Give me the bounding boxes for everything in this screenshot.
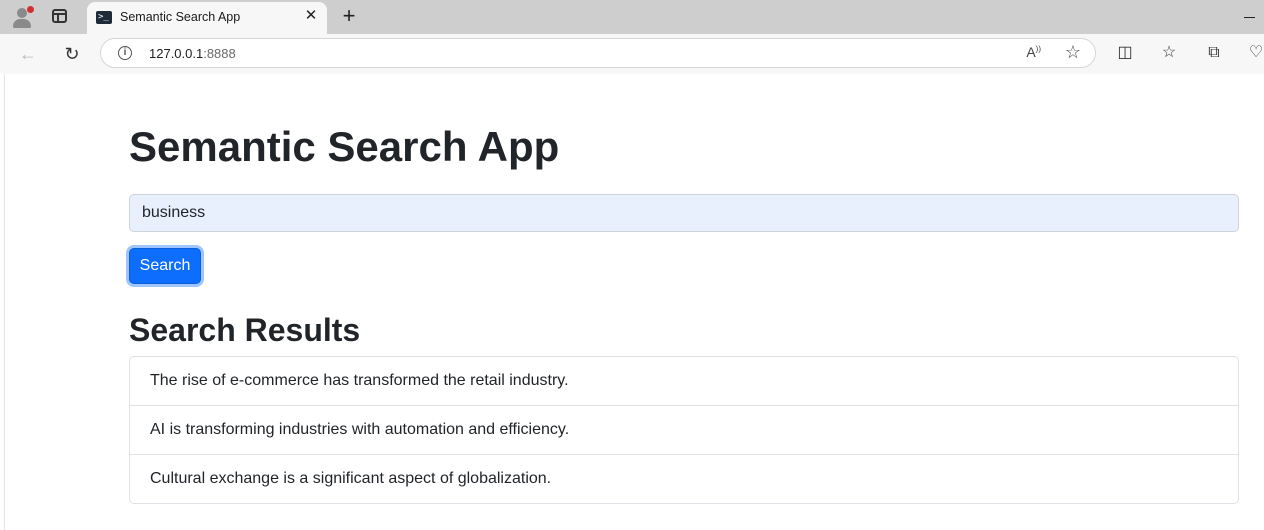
close-tab-icon[interactable]: ✕ (303, 8, 319, 24)
address-bar[interactable]: i 127.0.0.1:8888 A)) ☆ (100, 38, 1096, 68)
split-screen-icon[interactable]: ◫ (1114, 42, 1136, 64)
browser-titlebar: >_ Semantic Search App ✕ + (0, 0, 1264, 34)
browser-tab-active[interactable]: >_ Semantic Search App ✕ (87, 2, 327, 34)
collections-icon[interactable]: ⧉ (1203, 42, 1225, 64)
terminal-favicon-icon: >_ (96, 11, 112, 24)
page-content: Semantic Search App Search Search Result… (4, 74, 1264, 530)
search-input[interactable] (129, 194, 1239, 232)
site-info-icon[interactable]: i (118, 46, 132, 60)
tab-actions-icon[interactable] (52, 9, 67, 23)
results-list: The rise of e-commerce has transformed t… (129, 356, 1239, 504)
favorite-star-icon[interactable]: ☆ (1065, 42, 1081, 63)
page-title: Semantic Search App (129, 123, 560, 170)
profile-avatar-icon[interactable] (10, 6, 34, 28)
browser-toolbar: ← ↻ i 127.0.0.1:8888 A)) ☆ ◫ ☆ ⧉ ♡ (0, 34, 1264, 74)
url-text: 127.0.0.1:8888 (149, 46, 236, 61)
back-arrow-icon[interactable]: ← (16, 42, 40, 66)
results-heading: Search Results (129, 312, 361, 348)
reload-icon[interactable]: ↻ (60, 42, 84, 66)
read-aloud-icon[interactable]: A)) (1026, 44, 1041, 60)
new-tab-button[interactable]: + (338, 5, 360, 27)
result-item: Cultural exchange is a significant aspec… (130, 454, 1238, 503)
search-button[interactable]: Search (129, 248, 201, 284)
browser-essentials-icon[interactable]: ♡ (1245, 42, 1264, 64)
result-item: The rise of e-commerce has transformed t… (150, 372, 569, 389)
favorites-icon[interactable]: ☆ (1158, 42, 1180, 64)
tab-title: Semantic Search App (120, 10, 241, 24)
result-item: AI is transforming industries with autom… (130, 405, 1238, 454)
minimize-window-button[interactable] (1244, 17, 1255, 18)
notification-dot-icon (27, 6, 34, 13)
